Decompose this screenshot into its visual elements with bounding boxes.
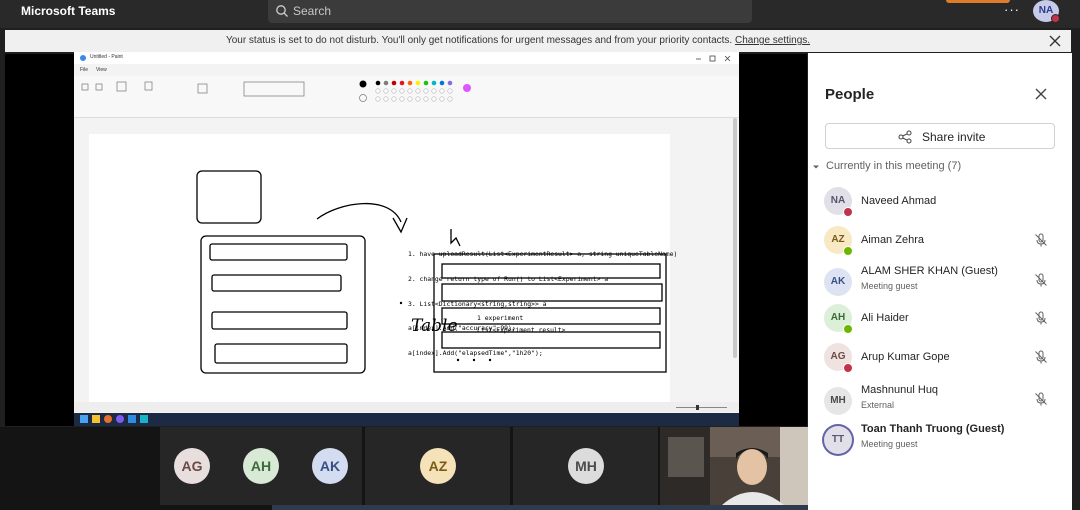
participant-avatar[interactable]: AK — [312, 448, 348, 484]
participant-avatar: MH — [824, 387, 852, 415]
webcam-video-image — [660, 427, 808, 505]
paint-canvas[interactable]: Table 1. have uploadResult(List<Experime… — [89, 134, 677, 402]
participant-avatar: TT — [824, 426, 852, 454]
mic-off-icon — [1033, 232, 1049, 248]
participant-role: External — [861, 400, 895, 410]
participant-name: Toan Thanh Truong (Guest) — [861, 423, 1005, 435]
participant-avatar[interactable]: AG — [174, 448, 210, 484]
app-name: Microsoft Teams — [21, 4, 116, 18]
share-invite-label: Share invite — [922, 130, 986, 144]
participant-row[interactable]: AH Ali Haider — [824, 304, 1064, 340]
participant-avatar[interactable]: AH — [243, 448, 279, 484]
search-box[interactable]: Search — [268, 0, 752, 23]
participant-name: ALAM SHER KHAN (Guest) — [861, 265, 998, 277]
window-controls-icon — [696, 55, 731, 62]
window-edge — [1072, 53, 1080, 510]
paint-status-bar — [74, 402, 739, 412]
available-status-icon — [843, 324, 853, 334]
participant-row[interactable]: NA Naveed Ahmad — [824, 187, 1064, 223]
notification-edge — [946, 0, 1010, 3]
participant-avatar[interactable]: MH — [568, 448, 604, 484]
participant-name: Arup Kumar Gope — [861, 351, 950, 363]
available-status-icon — [843, 246, 853, 256]
banner-text: Your status is set to do not disturb. Yo… — [225, 35, 733, 46]
paint-menu-view: View — [96, 67, 107, 73]
taskbar-apps-icon — [80, 415, 148, 423]
title-bar: Microsoft Teams Search ··· NA — [0, 0, 1080, 28]
paint-app-icon — [80, 55, 86, 61]
participant-count: (7) — [947, 160, 962, 172]
status-banner: Your status is set to do not disturb. Yo… — [5, 30, 1071, 52]
share-icon — [898, 130, 912, 144]
paint-window: Untitled - Paint File View Table 1. have… — [74, 52, 739, 426]
participant-avatar: AK — [824, 268, 852, 296]
close-icon[interactable] — [1034, 87, 1048, 101]
dnd-status-icon — [843, 207, 853, 217]
participant-name: Mashnunul Huq — [861, 384, 939, 396]
paint-toolbar-icon — [81, 80, 471, 102]
participant-name: Naveed Ahmad — [861, 195, 937, 207]
change-settings-link[interactable]: Change settings. — [735, 35, 810, 46]
mic-off-icon — [1033, 349, 1049, 365]
participant-strip: AG AH AK AZ MH — [0, 427, 808, 510]
participant-video-tile[interactable] — [660, 427, 808, 505]
paint-window-title: Untitled - Paint — [90, 54, 123, 60]
code-notes: 1. have uploadResult(List<ExperimentResu… — [408, 234, 677, 373]
experiment-result-note: List<Experiment result> — [477, 326, 566, 334]
participant-row[interactable]: MH Mashnunul Huq External — [824, 383, 1064, 419]
participant-role: Meeting guest — [861, 439, 918, 449]
paint-menu-file: File — [80, 67, 89, 73]
participant-row[interactable]: TT Toan Thanh Truong (Guest) Meeting guest — [824, 422, 1064, 458]
paint-scrollbar[interactable] — [733, 118, 737, 358]
chevron-down-icon — [813, 165, 819, 169]
paint-menu-bar: File View — [74, 66, 739, 76]
search-placeholder: Search — [293, 4, 332, 18]
dnd-status-icon — [1051, 14, 1060, 23]
code-line: 3. List<Dictionary<string,string>> a — [408, 299, 547, 308]
participant-row[interactable]: AK ALAM SHER KHAN (Guest) Meeting guest — [824, 264, 1064, 300]
paint-title-bar: Untitled - Paint — [74, 52, 739, 64]
share-invite-button[interactable]: Share invite — [825, 123, 1055, 149]
windows-taskbar — [74, 413, 739, 426]
in-meeting-section-label: Currently in this meeting (7) — [826, 160, 961, 173]
people-title: People — [825, 86, 875, 103]
strip-scrollbar — [272, 505, 808, 510]
section-title: Currently in this meeting — [826, 160, 945, 172]
search-icon — [276, 5, 288, 17]
participant-role: Meeting guest — [861, 281, 918, 291]
close-icon[interactable] — [1048, 34, 1062, 48]
code-line: a[index].Add("elapsedTime","1h20"); — [408, 348, 543, 357]
participant-name: Aiman Zehra — [861, 234, 924, 246]
banner-message: Your status is set to do not disturb. Yo… — [5, 35, 1031, 47]
participant-row[interactable]: AZ Aiman Zehra — [824, 226, 1064, 262]
code-line: 1. have uploadResult(List<ExperimentResu… — [408, 250, 678, 259]
participant-row[interactable]: AG Arup Kumar Gope — [824, 343, 1064, 379]
mic-off-icon — [1033, 310, 1049, 326]
mic-off-icon — [1033, 272, 1049, 288]
participant-avatar[interactable]: AZ — [420, 448, 456, 484]
people-panel: People Share invite Currently in this me… — [808, 53, 1072, 510]
dnd-status-icon — [843, 363, 853, 373]
code-line: 2. change return type of Run() to List<E… — [408, 275, 609, 284]
participant-name: Ali Haider — [861, 312, 909, 324]
paint-ribbon — [74, 76, 739, 118]
mic-off-icon — [1033, 391, 1049, 407]
more-options-button[interactable]: ··· — [1004, 3, 1020, 17]
zoom-slider-icon — [676, 405, 727, 410]
experiment-note: 1 experiment — [477, 314, 524, 322]
